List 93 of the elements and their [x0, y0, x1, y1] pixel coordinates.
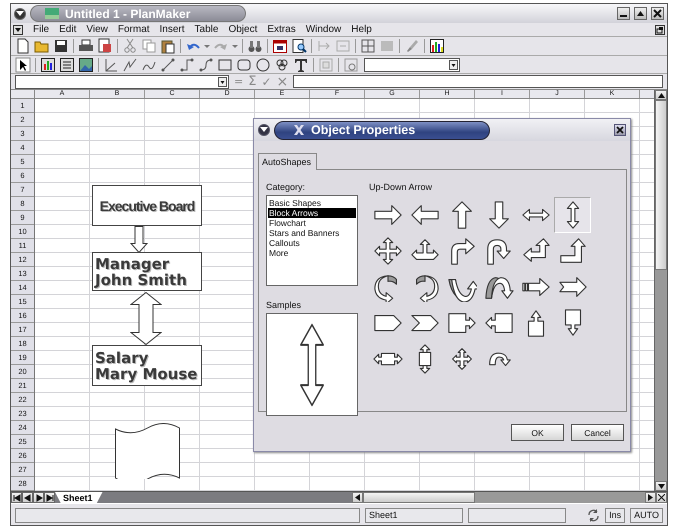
binoculars-icon[interactable] [247, 38, 263, 54]
menu-item[interactable]: Edit [59, 24, 76, 35]
angle-line-icon[interactable] [103, 56, 119, 72]
calculation-status: AUTO [630, 508, 663, 522]
scroll-left-button[interactable] [352, 492, 363, 503]
scroll-up-button[interactable] [655, 90, 667, 100]
caret-icon [449, 60, 458, 70]
restore-icon[interactable] [655, 24, 665, 34]
ok-button[interactable]: OK [511, 424, 564, 441]
list-item[interactable]: More [268, 248, 290, 258]
sheet-name-status: Sheet1 [365, 508, 463, 522]
split-icon [658, 494, 665, 501]
new-document-icon[interactable] [15, 38, 31, 54]
cancel-button[interactable]: Cancel [571, 424, 624, 441]
shape-name-label: Up-Down Arrow [369, 182, 434, 192]
insert-mode-status: Ins [605, 508, 626, 522]
shape-option[interactable] [554, 197, 591, 233]
menu-item[interactable]: File [33, 24, 50, 35]
dialog-title: Object Properties [311, 123, 416, 137]
elbow-connector-icon[interactable] [179, 56, 195, 72]
close-icon [616, 126, 624, 134]
caret-icon [16, 10, 24, 16]
scrollbar-thumb[interactable] [363, 492, 475, 503]
brush-icon[interactable] [404, 38, 420, 54]
menu-item[interactable]: Object [228, 24, 258, 35]
chart-frame-icon[interactable] [40, 56, 56, 72]
refresh-icon[interactable] [587, 508, 600, 522]
caret-icon [260, 127, 268, 133]
merge-cells-icon[interactable] [335, 38, 351, 54]
bar-chart-icon[interactable] [429, 38, 445, 54]
form-icon[interactable] [343, 56, 359, 72]
window-title: Untitled 1 - PlanMaker [65, 6, 190, 20]
list-item[interactable]: Basic Shapes [268, 198, 322, 208]
window-menu-button[interactable] [258, 124, 270, 136]
left-arrow-icon [355, 494, 360, 501]
app-logo-icon [45, 8, 59, 19]
list-item[interactable]: Flowchart [268, 218, 307, 228]
formula-input[interactable] [293, 75, 663, 88]
pointer-icon[interactable] [15, 56, 31, 72]
up-arrow-icon [658, 92, 664, 98]
printer-icon[interactable] [78, 38, 94, 54]
category-label: Category: [266, 182, 306, 192]
freehand-icon[interactable] [122, 56, 138, 72]
up-down-arrow-shape[interactable] [130, 292, 162, 345]
split-button[interactable] [656, 492, 667, 503]
menu-item[interactable]: Extras [267, 24, 296, 35]
bent-up-arrow-icon [558, 236, 588, 266]
list-item[interactable]: Callouts [268, 238, 301, 248]
name-box[interactable] [15, 74, 229, 88]
x-logo-icon [293, 124, 305, 136]
sheet-tab[interactable]: Sheet1 [55, 492, 103, 503]
save-icon[interactable] [53, 38, 69, 54]
samples-label: Samples [266, 300, 302, 310]
menu-item[interactable]: Help [351, 24, 372, 35]
rounded-rectangle-icon[interactable] [236, 56, 252, 72]
tab[interactable]: AutoShapes [258, 153, 318, 170]
scissors-icon[interactable] [122, 38, 138, 54]
text-box[interactable]: Manager John Smith [92, 252, 202, 291]
paste-icon[interactable] [160, 38, 176, 54]
calendar-icon[interactable] [272, 38, 288, 54]
curved-connector-icon[interactable] [198, 56, 214, 72]
toolbar-dropdown[interactable] [364, 58, 460, 72]
quad-arrow-icon [372, 236, 402, 266]
wave-shape[interactable] [115, 423, 180, 479]
menu-item[interactable]: Format [118, 24, 150, 35]
text-art-icon[interactable] [293, 56, 309, 72]
menu-item[interactable]: Table [194, 24, 218, 35]
scrollbar-thumb[interactable] [655, 100, 667, 270]
down-arrow-shape[interactable] [130, 226, 148, 253]
straight-connector-icon[interactable] [160, 56, 176, 72]
menu-item[interactable]: View [86, 24, 108, 35]
text-box[interactable]: Executive Board [92, 185, 202, 226]
menu-item[interactable]: Window [306, 24, 342, 35]
ellipse-icon[interactable] [255, 56, 271, 72]
picture-frame-icon[interactable] [78, 56, 94, 72]
caret-icon [218, 76, 227, 86]
page-magnifier-icon[interactable] [291, 38, 307, 54]
scroll-right-button[interactable] [645, 492, 656, 503]
clover-shape-icon[interactable] [274, 56, 290, 72]
print-preview-icon[interactable] [97, 38, 113, 54]
list-item[interactable]: Block Arrows [268, 208, 356, 218]
text-box[interactable]: Salary Mary Mouse [92, 345, 202, 386]
window-menu-button[interactable] [14, 8, 26, 20]
scroll-down-button[interactable] [655, 481, 667, 491]
rectangle-icon[interactable] [217, 56, 233, 72]
list-item[interactable]: Stars and Banners [268, 228, 340, 238]
text-frame-icon[interactable] [59, 56, 75, 72]
down-arrow-icon [658, 484, 664, 488]
borders-icon[interactable] [360, 38, 376, 54]
close-button[interactable] [614, 124, 626, 136]
system-menu-icon[interactable] [13, 24, 23, 34]
right-arrow-icon [648, 494, 653, 501]
menu-item[interactable]: Insert [160, 24, 185, 35]
